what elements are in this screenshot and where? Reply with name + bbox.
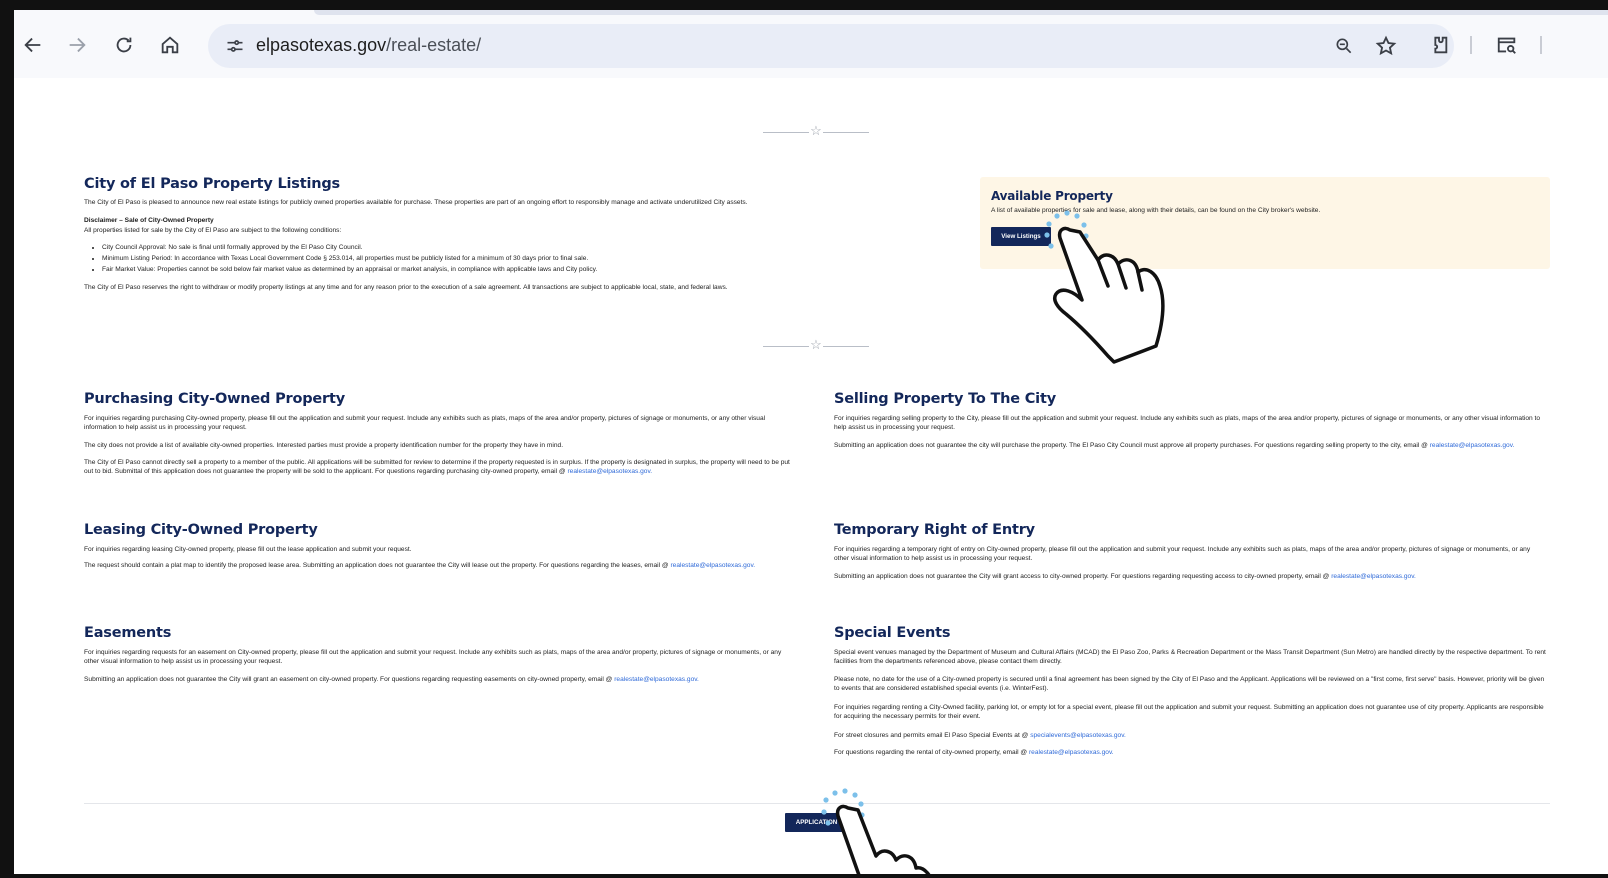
- email-link[interactable]: specialevents@elpasotexas.gov.: [1030, 732, 1126, 739]
- email-link[interactable]: realestate@elpasotexas.gov.: [1029, 749, 1114, 756]
- toolbar-separator: [1540, 36, 1542, 54]
- forward-arrow-icon[interactable]: [62, 30, 92, 60]
- listings-title: City of El Paso Property Listings: [84, 176, 340, 192]
- star-icon: ☆: [810, 337, 822, 352]
- selling-title: Selling Property To The City: [834, 391, 1056, 407]
- email-link[interactable]: realestate@elpasotexas.gov.: [670, 562, 755, 569]
- email-link[interactable]: realestate@elpasotexas.gov.: [1331, 573, 1416, 580]
- available-title: Available Property: [991, 189, 1113, 203]
- purchasing-p3: The City of El Paso cannot directly sell…: [84, 459, 790, 475]
- listings-intro: The City of El Paso is pleased to announ…: [84, 199, 748, 206]
- events-p1: Special event venues managed by the Depa…: [834, 649, 1546, 665]
- events-p5: For questions regarding the rental of ci…: [834, 749, 1114, 756]
- easements-p2: Submitting an application does not guara…: [84, 676, 699, 683]
- toolbar-separator: [1470, 36, 1472, 54]
- purchasing-p2: The city does not provide a list of avai…: [84, 442, 564, 449]
- bookmark-star-icon[interactable]: [1374, 34, 1398, 58]
- events-p3: For inquiries regarding renting a City-O…: [834, 704, 1544, 720]
- leasing-p2: The request should contain a plat map to…: [84, 562, 756, 569]
- events-p2: Please note, no date for the use of a Ci…: [834, 676, 1545, 692]
- back-arrow-icon[interactable]: [18, 30, 48, 60]
- browser-toolbar: elpasotexas.gov/real-estate/: [14, 10, 1608, 79]
- browser-window: elpasotexas.gov/real-estate/ ☆ City of E…: [0, 0, 1608, 878]
- entry-p1: For inquiries regarding a temporary righ…: [834, 546, 1531, 562]
- site-info-icon[interactable]: [222, 33, 248, 59]
- entry-title: Temporary Right of Entry: [834, 522, 1035, 538]
- address-bar[interactable]: elpasotexas.gov/real-estate/: [208, 24, 1454, 68]
- entry-p2: Submitting an application does not guara…: [834, 573, 1416, 580]
- email-link[interactable]: realestate@elpasotexas.gov.: [567, 468, 652, 475]
- leasing-p1: For inquiries regarding leasing City-own…: [84, 546, 412, 553]
- application-button[interactable]: APPLICATION: [785, 813, 848, 832]
- star-divider: ☆: [763, 337, 869, 353]
- disclaimer-title: Disclaimer – Sale of City-Owned Property: [84, 217, 214, 224]
- email-link[interactable]: realestate@elpasotexas.gov.: [1430, 442, 1515, 449]
- condition-item: Fair Market Value: Properties cannot be …: [102, 265, 942, 274]
- url-text[interactable]: elpasotexas.gov/real-estate/: [256, 35, 481, 56]
- reload-icon[interactable]: [109, 30, 139, 60]
- condition-item: City Council Approval: No sale is final …: [102, 243, 942, 252]
- extensions-icon[interactable]: [1426, 32, 1452, 58]
- events-title: Special Events: [834, 625, 951, 641]
- purchasing-p1: For inquiries regarding purchasing City-…: [84, 415, 766, 431]
- selling-p2: Submitting an application does not guara…: [834, 442, 1515, 449]
- star-icon: ☆: [810, 123, 822, 138]
- available-property-card: Available Property A list of available p…: [980, 177, 1550, 269]
- email-link[interactable]: realestate@elpasotexas.gov.: [614, 676, 699, 683]
- selling-p1: For inquiries regarding selling property…: [834, 415, 1541, 431]
- page-content: ☆ City of El Paso Property Listings The …: [14, 78, 1608, 874]
- view-listings-button[interactable]: View Listings: [991, 227, 1051, 246]
- zoom-icon[interactable]: [1332, 34, 1356, 58]
- available-text: A list of available properties for sale …: [991, 207, 1321, 214]
- tab-search-icon[interactable]: [1494, 32, 1520, 58]
- listings-reserve: The City of El Paso reserves the right t…: [84, 284, 728, 291]
- condition-item: Minimum Listing Period: In accordance wi…: [102, 254, 942, 263]
- tab-strip: [314, 10, 1608, 15]
- home-icon[interactable]: [155, 30, 185, 60]
- conditions-list: City Council Approval: No sale is final …: [84, 243, 942, 275]
- disclaimer-intro: All properties listed for sale by the Ci…: [84, 227, 342, 234]
- star-divider: ☆: [763, 123, 869, 139]
- events-p4: For street closures and permits email El…: [834, 732, 1126, 739]
- section-divider: [84, 803, 1550, 804]
- easements-title: Easements: [84, 625, 172, 641]
- easements-p1: For inquiries regarding requests for an …: [84, 649, 782, 665]
- leasing-title: Leasing City-Owned Property: [84, 522, 318, 538]
- purchasing-title: Purchasing City-Owned Property: [84, 391, 345, 407]
